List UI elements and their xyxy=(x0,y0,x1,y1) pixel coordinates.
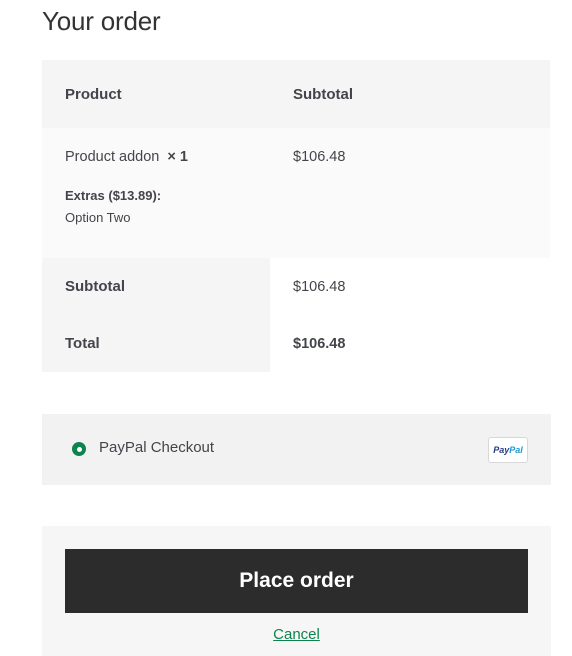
paypal-logo-text-pay: Pay xyxy=(493,445,510,455)
paypal-logo-text-pal: Pal xyxy=(509,445,523,455)
column-header-subtotal: Subtotal xyxy=(293,85,353,103)
product-name: Product addon xyxy=(65,149,160,165)
paypal-radio[interactable] xyxy=(72,442,86,456)
subtotal-label: Subtotal xyxy=(65,278,125,295)
totals-labels: Subtotal Total xyxy=(42,258,270,372)
addon-value: Option Two xyxy=(65,210,131,225)
cancel-link[interactable]: Cancel xyxy=(42,626,551,643)
checkout-order-review: Your order Product Subtotal Product addo… xyxy=(0,0,572,656)
product-quantity: × 1 xyxy=(167,149,188,165)
totals-values: $106.48 $106.48 xyxy=(270,258,550,372)
table-header-row: Product Subtotal xyxy=(42,60,550,128)
payment-method-label[interactable]: PayPal Checkout xyxy=(99,439,214,456)
payment-methods: PayPal Checkout Pay Pal xyxy=(42,414,551,485)
order-totals: Subtotal Total $106.48 $106.48 xyxy=(42,258,550,372)
product-cell: Product addon × 1 Extras ($13.89): Optio… xyxy=(42,128,270,229)
subtotal-value: $106.48 xyxy=(293,278,346,295)
order-heading: Your order xyxy=(42,6,161,36)
paypal-logo-icon: Pay Pal xyxy=(488,437,528,463)
place-order-button[interactable]: Place order xyxy=(65,549,528,613)
product-subtotal: $106.48 xyxy=(293,149,346,165)
column-header-product: Product xyxy=(65,85,122,103)
total-value: $106.48 xyxy=(293,335,346,352)
table-row: Product addon × 1 Extras ($13.89): Optio… xyxy=(42,128,550,258)
product-addon-meta: Extras ($13.89): Option Two xyxy=(65,185,270,229)
place-order-section: Place order Cancel xyxy=(42,526,551,656)
addon-label: Extras ($13.89): xyxy=(65,188,162,203)
total-label: Total xyxy=(65,335,100,352)
product-name-line: Product addon × 1 xyxy=(65,149,270,165)
order-review-table: Product Subtotal Product addon × 1 Extra… xyxy=(42,60,550,372)
